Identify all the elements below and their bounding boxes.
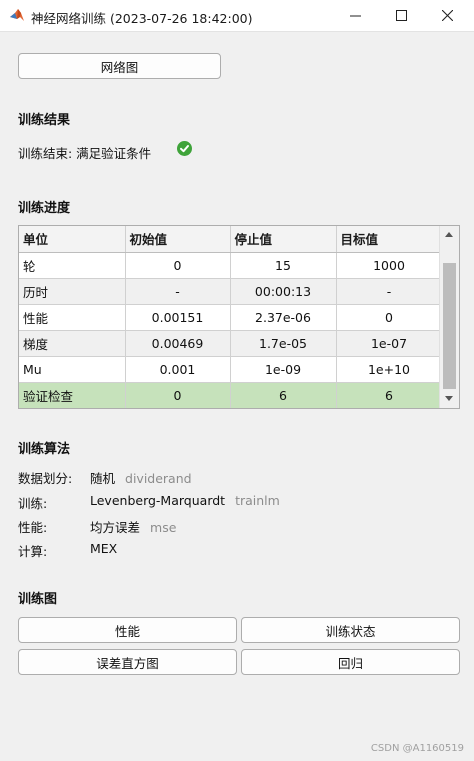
algorithms-heading: 训练算法: [18, 442, 71, 457]
table-row-validation-checks: 验证检查 0 6 6: [19, 382, 443, 408]
scroll-down-icon[interactable]: [445, 396, 453, 401]
minimize-icon: [349, 15, 361, 17]
progress-heading: 训练进度: [18, 201, 71, 216]
maximize-icon: [395, 10, 407, 21]
table-cell: 轮: [19, 252, 126, 279]
table-cell: 1000: [336, 252, 443, 279]
table-header-row: 单位 初始值 停止值 目标值: [19, 226, 443, 253]
training-status-text: 训练结束: 满足验证条件: [18, 146, 152, 161]
scroll-thumb[interactable]: [443, 263, 456, 389]
table-cell: 00:00:13: [230, 278, 337, 305]
table-cell: 性能: [19, 304, 126, 331]
algorithm-label: 性能:: [18, 520, 48, 535]
table-cell: 6: [336, 382, 443, 408]
table-cell: 0.001: [125, 356, 231, 383]
algorithm-value: 随机 dividerand: [90, 468, 192, 487]
network-diagram-button[interactable]: 网络图: [18, 53, 221, 79]
table-cell: 6: [230, 382, 337, 408]
table-row-gradient: 梯度 0.00469 1.7e-05 1e-07: [19, 330, 443, 357]
matlab-icon: [10, 9, 24, 21]
window-title: 神经网络训练 (2023-07-26 18:42:00): [31, 11, 253, 26]
table-cell: -: [336, 278, 443, 305]
algorithm-function: trainlm: [235, 493, 280, 508]
algorithm-value: MEX: [90, 541, 117, 556]
column-header-target: 目标值: [336, 226, 443, 253]
algorithm-label: 计算:: [18, 544, 48, 559]
plots-heading: 训练图: [18, 592, 58, 607]
table-cell: 验证检查: [19, 382, 126, 408]
training-state-plot-button[interactable]: 训练状态: [241, 617, 460, 643]
algorithm-value: Levenberg-Marquardt trainlm: [90, 493, 280, 508]
table-cell: 1e+10: [336, 356, 443, 383]
regression-plot-button[interactable]: 回归: [241, 649, 460, 675]
error-histogram-button[interactable]: 误差直方图: [18, 649, 237, 675]
watermark: CSDN @A1160519: [370, 743, 464, 754]
table-cell: 2.37e-06: [230, 304, 337, 331]
algorithm-value-text: 均方误差: [90, 520, 141, 535]
close-button[interactable]: [424, 0, 470, 31]
check-circle-icon: [177, 141, 192, 156]
table-cell: -: [125, 278, 231, 305]
algorithm-value: 均方误差 mse: [90, 517, 176, 536]
progress-table: 单位 初始值 停止值 目标值 轮 0 15 1000 历时 - 00:00:13…: [18, 225, 460, 409]
results-heading: 训练结果: [18, 113, 71, 128]
table-cell: 0: [336, 304, 443, 331]
column-header-stop: 停止值: [230, 226, 337, 253]
close-icon: [441, 10, 453, 21]
algorithm-value-text: MEX: [90, 541, 118, 556]
table-cell: 梯度: [19, 330, 126, 357]
algorithm-label: 数据划分:: [18, 471, 73, 486]
table-cell: 0.00469: [125, 330, 231, 357]
table-scrollbar[interactable]: [439, 226, 459, 408]
algorithm-value-text: Levenberg-Marquardt: [90, 493, 226, 508]
table-cell: 历时: [19, 278, 126, 305]
table-cell: 0.00151: [125, 304, 231, 331]
table-row-performance: 性能 0.00151 2.37e-06 0: [19, 304, 443, 331]
table-row-elapsed: 历时 - 00:00:13 -: [19, 278, 443, 305]
table-cell: 1.7e-05: [230, 330, 337, 357]
column-header-initial: 初始值: [125, 226, 231, 253]
table-cell: 0: [125, 382, 231, 408]
table-cell: 0: [125, 252, 231, 279]
table-cell: 1e-07: [336, 330, 443, 357]
algorithm-function: dividerand: [125, 471, 192, 486]
table-cell: 1e-09: [230, 356, 337, 383]
column-header-unit: 单位: [19, 226, 126, 253]
table-cell: 15: [230, 252, 337, 279]
scroll-up-icon[interactable]: [445, 232, 453, 237]
maximize-button[interactable]: [378, 0, 424, 31]
table-cell: Mu: [19, 356, 126, 383]
algorithm-label: 训练:: [18, 496, 48, 511]
table-row-epoch: 轮 0 15 1000: [19, 252, 443, 279]
minimize-button[interactable]: [332, 0, 378, 31]
algorithm-function: mse: [150, 520, 177, 535]
algorithm-value-text: 随机: [90, 471, 116, 486]
title-bar: 神经网络训练 (2023-07-26 18:42:00): [0, 0, 474, 32]
table-row-mu: Mu 0.001 1e-09 1e+10: [19, 356, 443, 383]
performance-plot-button[interactable]: 性能: [18, 617, 237, 643]
